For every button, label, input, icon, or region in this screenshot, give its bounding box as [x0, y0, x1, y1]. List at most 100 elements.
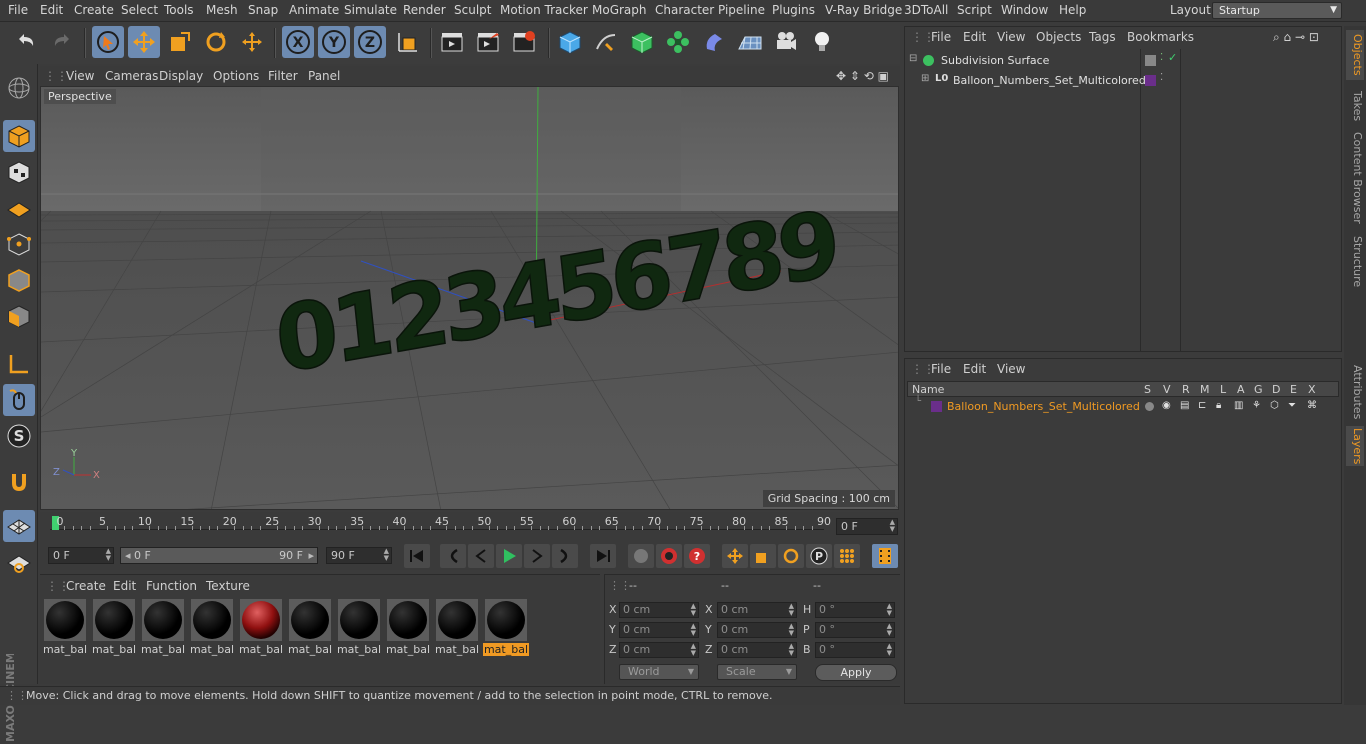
material-swatch-selected[interactable]: mat_bal	[483, 599, 529, 657]
go-to-end-button[interactable]	[590, 544, 616, 568]
previous-key-button[interactable]	[440, 544, 466, 568]
pos-y-field[interactable]: 0 cm ▲ ▼	[619, 622, 699, 638]
generator-icon[interactable]: ⚘	[1252, 400, 1261, 411]
menu-file[interactable]: File	[8, 3, 28, 17]
object-menu-view[interactable]: View	[997, 30, 1025, 44]
expression-icon[interactable]: ⏷	[1288, 400, 1296, 411]
column-locked[interactable]: L	[1220, 383, 1226, 396]
tab-layers[interactable]: Layers	[1346, 426, 1364, 466]
tab-objects[interactable]: Objects	[1346, 30, 1364, 80]
menu-mesh[interactable]: Mesh	[206, 3, 238, 17]
collapse-icon[interactable]: ⊟	[909, 53, 917, 64]
scale-tool-button[interactable]	[164, 26, 196, 58]
texture-mode-button[interactable]	[3, 156, 35, 188]
layer-menu-view[interactable]: View	[997, 362, 1025, 376]
next-frame-button[interactable]	[524, 544, 550, 568]
enabled-check-icon[interactable]: ✓	[1168, 51, 1177, 64]
render-settings-button[interactable]	[508, 26, 540, 58]
drag-handle-icon[interactable]: ⋮⋮	[609, 579, 631, 592]
size-y-field[interactable]: 0 cm ▲ ▼	[717, 622, 797, 638]
drag-handle-icon[interactable]: ⋮⋮	[44, 69, 68, 83]
menu-render[interactable]: Render	[403, 3, 446, 17]
column-expressions[interactable]: E	[1290, 383, 1297, 396]
menu-tools[interactable]: Tools	[164, 3, 194, 17]
key-position-button[interactable]	[722, 544, 748, 568]
viewport-menu-filter[interactable]: Filter	[268, 69, 298, 83]
menu-snap[interactable]: Snap	[248, 3, 278, 17]
layer-menu-file[interactable]: File	[931, 362, 951, 376]
perspective-viewport[interactable]: 0123456789 Y X Z Perspective Grid Spacin…	[40, 86, 899, 510]
material-swatch[interactable]: mat_bal	[140, 599, 185, 657]
rot-b-field[interactable]: 0 ° ▲ ▼	[815, 642, 895, 658]
deformer-button[interactable]	[698, 26, 730, 58]
redo-button[interactable]	[46, 26, 78, 58]
object-menu-file[interactable]: File	[931, 30, 951, 44]
menu-pipeline[interactable]: Pipeline	[718, 3, 765, 17]
layer-color-swatch[interactable]	[1145, 75, 1156, 86]
menu-help[interactable]: Help	[1059, 3, 1086, 17]
tree-row-balloon-numbers[interactable]: ⊞ L0 Balloon_Numbers_Set_Multicolored	[921, 73, 1146, 89]
live-selection-button[interactable]	[92, 26, 124, 58]
material-swatch[interactable]: mat_bal	[336, 599, 381, 657]
menu-create[interactable]: Create	[74, 3, 114, 17]
workplane-mode-button[interactable]	[3, 192, 35, 224]
timeline-ruler[interactable]: 0 5 10 15 20 25 30 35 40 45 50 55 60 65 70 75 80 85 90 0 F…	[40, 512, 900, 542]
expand-icon[interactable]: ⊞	[921, 73, 929, 84]
go-to-start-button[interactable]	[404, 544, 430, 568]
tree-row-subdivision-surface[interactable]: ⊟ Subdivision Surface	[909, 53, 1139, 69]
viewport-menu-options[interactable]: Options	[213, 69, 259, 83]
size-z-field[interactable]: 0 cm ▲ ▼	[717, 642, 797, 658]
menu-character[interactable]: Character	[655, 3, 714, 17]
object-menu-objects[interactable]: Objects	[1036, 30, 1081, 44]
tab-attributes[interactable]: Attributes	[1346, 362, 1364, 422]
material-menu-function[interactable]: Function	[146, 579, 197, 593]
play-button[interactable]	[496, 544, 522, 568]
material-menu-create[interactable]: Create	[66, 579, 106, 593]
model-mode-button[interactable]	[3, 120, 35, 152]
move-tool-button[interactable]	[128, 26, 160, 58]
y-axis-button[interactable]: Y	[318, 26, 350, 58]
render-clapper-icon[interactable]: ▤	[1180, 400, 1189, 411]
solo-toggle-icon[interactable]	[1145, 402, 1154, 411]
key-parameter-button[interactable]: P	[806, 544, 832, 568]
tweak-mode-button[interactable]	[3, 384, 35, 416]
z-axis-button[interactable]: Z	[354, 26, 386, 58]
edges-mode-button[interactable]	[3, 264, 35, 296]
previous-frame-button[interactable]	[468, 544, 494, 568]
material-swatch[interactable]: mat_bal	[189, 599, 234, 657]
record-keys-button[interactable]	[628, 544, 654, 568]
layer-name[interactable]: Balloon_Numbers_Set_Multicolored	[947, 400, 1140, 413]
coordinate-system-button[interactable]	[392, 26, 424, 58]
start-frame-field[interactable]: 0 F ▲ ▼	[48, 547, 114, 564]
make-editable-button[interactable]	[3, 72, 35, 104]
apply-button[interactable]: Apply	[815, 664, 897, 681]
lock-icon[interactable]: 🔒︎	[1216, 400, 1221, 411]
spline-pen-button[interactable]	[590, 26, 622, 58]
menu-animate[interactable]: Animate	[289, 3, 339, 17]
subdivision-surface-button[interactable]	[626, 26, 658, 58]
current-frame-field[interactable]: 0 F ▲ ▼	[836, 518, 898, 535]
object-menu-tags[interactable]: Tags	[1089, 30, 1116, 44]
viewport-menu-cameras[interactable]: Cameras	[105, 69, 158, 83]
viewport-menu-panel[interactable]: Panel	[308, 69, 340, 83]
viewport-menu-display[interactable]: Display	[159, 69, 203, 83]
column-render[interactable]: R	[1182, 383, 1190, 396]
tab-takes[interactable]: Takes	[1346, 86, 1364, 126]
workplane-lock-button[interactable]	[3, 510, 35, 542]
polygons-mode-button[interactable]	[3, 300, 35, 332]
material-swatch[interactable]: mat_bal	[42, 599, 87, 657]
material-menu-edit[interactable]: Edit	[113, 579, 136, 593]
deformer-icon[interactable]: ⬡	[1270, 400, 1279, 411]
tab-structure[interactable]: Structure	[1346, 232, 1364, 292]
menu-vray-bridge[interactable]: V-Ray Bridge	[825, 3, 902, 17]
rot-h-field[interactable]: 0 ° ▲ ▼	[815, 602, 895, 618]
column-animation[interactable]: A	[1237, 383, 1245, 396]
rotate-tool-button[interactable]	[200, 26, 232, 58]
light-button[interactable]	[806, 26, 838, 58]
key-pla-button[interactable]	[834, 544, 860, 568]
array-button[interactable]	[662, 26, 694, 58]
xref-icon[interactable]: ⌘	[1307, 400, 1317, 411]
menu-simulate[interactable]: Simulate	[344, 3, 397, 17]
object-manager-nav-icons[interactable]: ⌕ ⌂ ⊸ ⊡	[1273, 30, 1319, 45]
menu-window[interactable]: Window	[1001, 3, 1048, 17]
